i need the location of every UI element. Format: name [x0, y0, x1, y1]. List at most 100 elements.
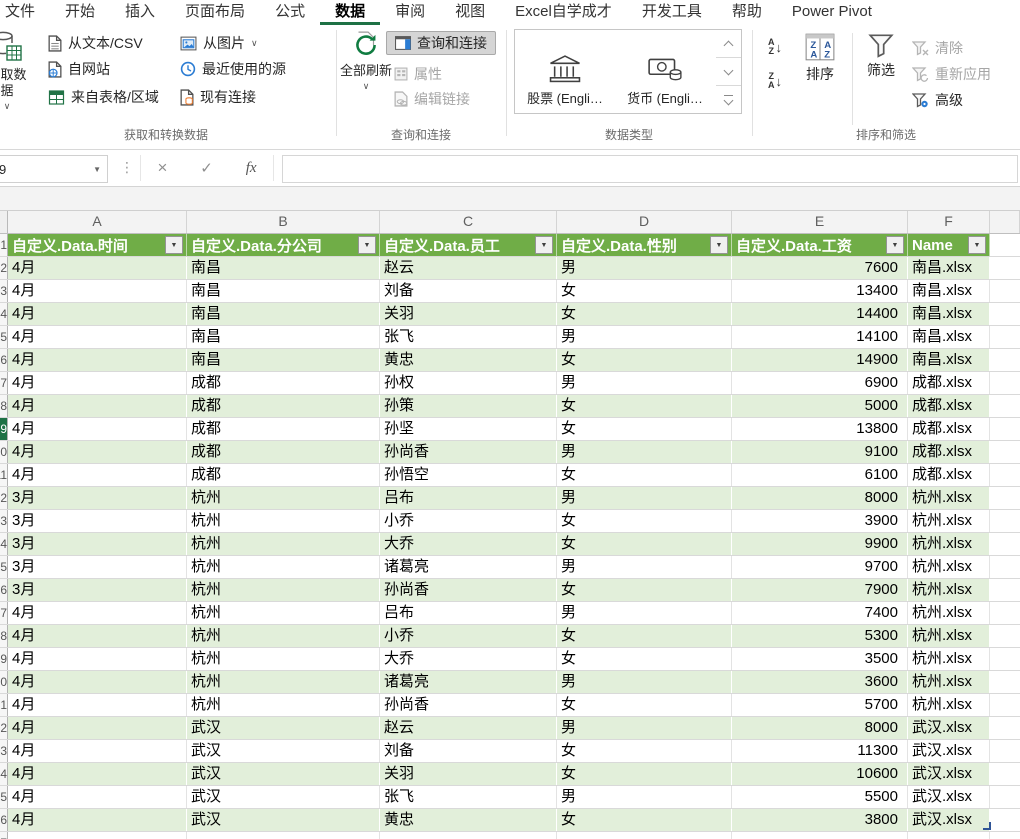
ribbon-tab-1[interactable]: 开始 — [50, 0, 110, 25]
cell-B2[interactable]: 南昌 — [187, 257, 380, 279]
cell-E22[interactable]: 8000 — [732, 717, 908, 739]
cell-C16[interactable]: 孙尚香 — [380, 579, 557, 601]
empty-cell[interactable] — [187, 832, 380, 839]
row-header-11[interactable]: 11 — [0, 464, 8, 486]
cell-F18[interactable]: 杭州.xlsx — [908, 625, 990, 647]
cell-B18[interactable]: 杭州 — [187, 625, 380, 647]
cell-D3[interactable]: 女 — [557, 280, 732, 302]
cell-E6[interactable]: 14900 — [732, 349, 908, 371]
ribbon-tab-11[interactable]: Power Pivot — [777, 0, 887, 25]
cell-C21[interactable]: 孙尚香 — [380, 694, 557, 716]
cell-E11[interactable]: 6100 — [732, 464, 908, 486]
cell-D6[interactable]: 女 — [557, 349, 732, 371]
table-header-cell-1[interactable]: 自定义.Data.分公司 ▼ — [187, 234, 380, 256]
cell-filler[interactable] — [990, 740, 1020, 762]
cell-A16[interactable]: 3月 — [8, 579, 187, 601]
name-box-dropdown-icon[interactable]: ▼ — [93, 165, 101, 174]
name-box[interactable]: 9 ▼ — [0, 155, 108, 183]
cell-A8[interactable]: 4月 — [8, 395, 187, 417]
cell-A5[interactable]: 4月 — [8, 326, 187, 348]
cell-E4[interactable]: 14400 — [732, 303, 908, 325]
cell-F21[interactable]: 杭州.xlsx — [908, 694, 990, 716]
filter-dropdown-icon[interactable]: ▼ — [358, 236, 376, 254]
empty-cell[interactable] — [557, 832, 732, 839]
cell-D8[interactable]: 女 — [557, 395, 732, 417]
column-header-E[interactable]: E — [732, 211, 908, 233]
recent-sources-button[interactable]: 最近使用的源 — [176, 57, 290, 81]
row-header-10[interactable]: 10 — [0, 441, 8, 463]
cell-C7[interactable]: 孙权 — [380, 372, 557, 394]
ribbon-tab-9[interactable]: 开发工具 — [627, 0, 717, 25]
cell-B4[interactable]: 南昌 — [187, 303, 380, 325]
cancel-icon[interactable]: × — [151, 157, 173, 179]
cell-E20[interactable]: 3600 — [732, 671, 908, 693]
cell-B24[interactable]: 武汉 — [187, 763, 380, 785]
cell-filler[interactable] — [990, 579, 1020, 601]
cell-F9[interactable]: 成都.xlsx — [908, 418, 990, 440]
cell-C22[interactable]: 赵云 — [380, 717, 557, 739]
cell-filler[interactable] — [990, 257, 1020, 279]
cell-E18[interactable]: 5300 — [732, 625, 908, 647]
cell-E3[interactable]: 13400 — [732, 280, 908, 302]
cell-C15[interactable]: 诸葛亮 — [380, 556, 557, 578]
cell-filler[interactable] — [990, 717, 1020, 739]
cell-filler[interactable] — [990, 648, 1020, 670]
ribbon-tab-6[interactable]: 审阅 — [380, 0, 440, 25]
cell-A24[interactable]: 4月 — [8, 763, 187, 785]
cell-filler[interactable] — [990, 763, 1020, 785]
fx-icon[interactable]: fx — [240, 159, 263, 178]
row-header-4[interactable]: 4 — [0, 303, 8, 325]
cell-A26[interactable]: 4月 — [8, 809, 187, 831]
cell-F16[interactable]: 杭州.xlsx — [908, 579, 990, 601]
ribbon-tab-5[interactable]: 数据 — [320, 0, 381, 25]
cell-E5[interactable]: 14100 — [732, 326, 908, 348]
row-header-2[interactable]: 2 — [0, 257, 8, 279]
cell-D25[interactable]: 男 — [557, 786, 732, 808]
cell-E24[interactable]: 10600 — [732, 763, 908, 785]
row-header-17[interactable]: 17 — [0, 602, 8, 624]
cell-A2[interactable]: 4月 — [8, 257, 187, 279]
cell-D9[interactable]: 女 — [557, 418, 732, 440]
cell-F13[interactable]: 杭州.xlsx — [908, 510, 990, 532]
cell-D20[interactable]: 男 — [557, 671, 732, 693]
ribbon-tab-4[interactable]: 公式 — [260, 0, 320, 25]
cell-C25[interactable]: 张飞 — [380, 786, 557, 808]
confirm-icon[interactable]: ✓ — [194, 158, 219, 178]
cell-D16[interactable]: 女 — [557, 579, 732, 601]
cell-A4[interactable]: 4月 — [8, 303, 187, 325]
row-header-7[interactable]: 7 — [0, 372, 8, 394]
sort-desc-button[interactable]: ZA ↓ — [762, 71, 788, 91]
cell-filler[interactable] — [990, 510, 1020, 532]
row-header-5[interactable]: 5 — [0, 326, 8, 348]
cell-filler[interactable] — [990, 786, 1020, 808]
cell-B14[interactable]: 杭州 — [187, 533, 380, 555]
cell-B21[interactable]: 杭州 — [187, 694, 380, 716]
currency-data-type[interactable]: 货币 (Engli… — [615, 30, 715, 113]
cell-C18[interactable]: 小乔 — [380, 625, 557, 647]
cell-A11[interactable]: 4月 — [8, 464, 187, 486]
cell-F10[interactable]: 成都.xlsx — [908, 441, 990, 463]
cell-filler[interactable] — [990, 395, 1020, 417]
filter-dropdown-icon[interactable]: ▼ — [535, 236, 553, 254]
cell-D26[interactable]: 女 — [557, 809, 732, 831]
cell-D15[interactable]: 男 — [557, 556, 732, 578]
cell-B19[interactable]: 杭州 — [187, 648, 380, 670]
row-header-22[interactable]: 22 — [0, 717, 8, 739]
cell-filler[interactable] — [990, 464, 1020, 486]
formula-dots-icon[interactable]: ⋮ — [120, 159, 134, 176]
row-header-9[interactable]: 9 — [0, 418, 8, 440]
cell-filler[interactable] — [990, 372, 1020, 394]
cell-E17[interactable]: 7400 — [732, 602, 908, 624]
cell-F25[interactable]: 武汉.xlsx — [908, 786, 990, 808]
stocks-data-type[interactable]: 股票 (Engli… — [515, 30, 615, 113]
existing-connections-button[interactable]: 现有连接 — [176, 85, 260, 109]
cell-C5[interactable]: 张飞 — [380, 326, 557, 348]
cell-filler[interactable] — [990, 280, 1020, 302]
cell-B25[interactable]: 武汉 — [187, 786, 380, 808]
cell-filler[interactable] — [990, 487, 1020, 509]
row-header-23[interactable]: 23 — [0, 740, 8, 762]
filter-dropdown-icon[interactable]: ▼ — [886, 236, 904, 254]
column-header-partial[interactable] — [990, 211, 1020, 233]
table-header-cell-0[interactable]: 自定义.Data.时间 ▼ — [8, 234, 187, 256]
column-header-C[interactable]: C — [380, 211, 557, 233]
